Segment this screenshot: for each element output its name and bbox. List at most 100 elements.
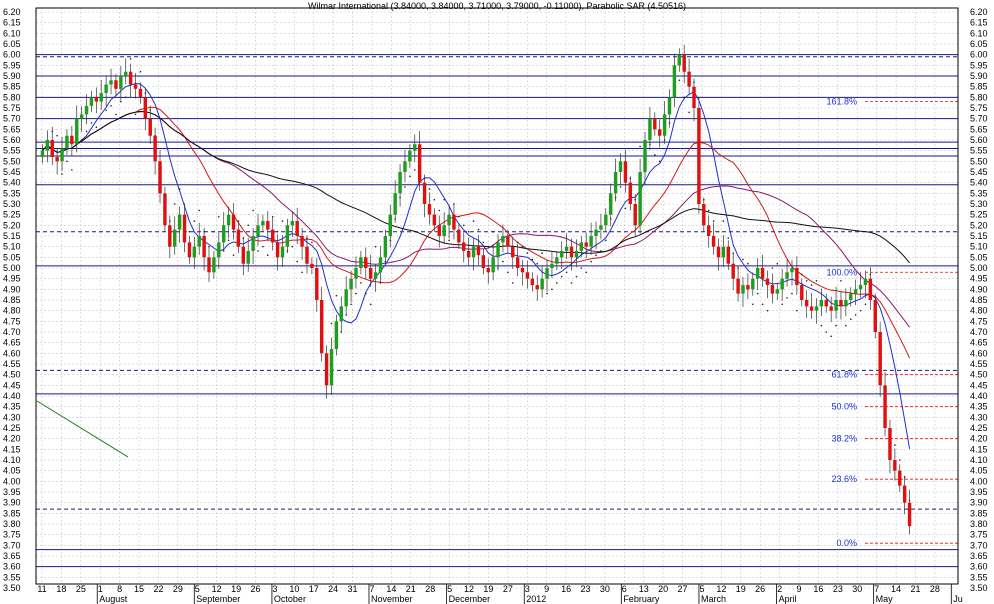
candle-body [231,214,236,230]
candle-body [564,246,569,251]
y-tick-label-left: 4.50 [3,370,21,380]
sar-dot [458,216,460,218]
y-axis-left: 6.206.156.106.056.005.955.905.855.805.75… [3,7,21,593]
candle-body [427,204,432,215]
candle-body [45,140,50,151]
sar-dot [761,303,764,306]
x-day-label: 7 [369,584,374,594]
y-tick-label-right: 3.50 [970,583,988,593]
sar-dot [600,250,602,252]
candle-body [79,114,84,119]
x-day-label: 6 [622,584,627,594]
sar-dot [105,109,107,111]
x-day-label: 7 [874,584,879,594]
sar-dot [556,282,558,284]
sar-dot [820,324,823,327]
x-day-label: 21 [910,584,920,594]
candle-body [65,135,69,149]
y-tick-label-right: 6.05 [970,39,988,49]
sar-dot [472,220,475,222]
sar-dot [134,113,137,116]
y-tick-label-left: 5.90 [3,71,21,81]
candle-body [770,285,775,294]
x-month-label: August [99,594,128,604]
sar-dot [845,324,847,327]
y-tick-label-right: 5.25 [970,210,988,220]
y-tick-label-left: 5.75 [3,103,21,113]
y-tick-label-left: 4.30 [3,412,21,422]
sar-dot [516,241,519,244]
sar-dot [727,237,730,239]
candle-body [364,257,368,268]
candle-body [221,225,226,243]
y-tick-label-right: 4.20 [970,434,988,444]
candle-body [834,300,838,311]
candle-body [609,193,613,215]
sar-dot [551,288,553,291]
y-tick-label-left: 4.10 [3,455,21,465]
y-tick-label-right: 4.35 [970,402,988,412]
y-tick-label-right: 4.80 [970,306,988,316]
y-tick-label-right: 3.55 [970,572,988,582]
y-tick-label-left: 4.60 [3,348,21,358]
candle-body [579,242,584,251]
candle-body [408,150,412,162]
candle-body [628,182,633,204]
sar-dot [71,169,73,171]
sar-dot [722,220,725,222]
y-tick-label-left: 5.40 [3,178,21,188]
x-day-label: 2 [777,584,782,594]
candle-body [241,246,246,264]
candle-body [177,214,182,230]
candle-body [594,229,598,236]
sar-dot [654,154,656,156]
sar-dot [526,252,529,254]
sar-dot [428,188,431,190]
sar-dot [355,292,357,295]
candle-body [775,289,779,294]
candle-body [324,353,329,386]
x-day-label: 30 [852,584,862,594]
sar-dot [815,280,818,282]
candle-body [236,229,241,247]
sar-dot [854,314,857,316]
sar-dot [482,241,485,244]
x-day-label: 31 [348,584,358,594]
x-day-label: 5 [699,584,704,594]
y-tick-label-right: 5.60 [970,135,988,145]
candle-body [60,148,64,162]
candle-body [829,306,833,311]
y-tick-label-right: 5.65 [970,124,988,134]
sar-dot [894,444,896,446]
sar-dot [766,309,769,312]
x-month-label: September [196,594,240,604]
x-day-label: 9 [544,584,549,594]
x-day-label: 14 [891,584,901,594]
candle-body [907,502,912,527]
sar-dot [477,228,480,231]
y-tick-label-left: 3.50 [3,583,21,593]
candle-body [383,236,388,258]
fib-level-label: 0.0% [836,538,857,548]
sar-dot [85,130,88,133]
x-day-label: 17 [309,584,319,594]
y-tick-label-left: 3.60 [3,562,21,572]
candle-body [692,86,696,108]
sar-dot [712,220,715,222]
sar-dot [502,260,504,263]
sar-dot [791,292,793,295]
candle-body [462,242,466,251]
candle-body [290,221,295,226]
fib-level-label: 38.2% [831,434,857,444]
y-tick-label-right: 4.25 [970,423,988,433]
y-tick-label-left: 5.80 [3,92,21,102]
y-tick-label-right: 3.90 [970,498,988,508]
x-day-label: 10 [289,584,299,594]
sar-dot [707,209,710,212]
candle-body [638,172,642,226]
sar-dot [296,260,298,263]
candle-body [373,272,378,279]
sar-dot [232,254,235,256]
candle-body [755,268,760,279]
candle-body [863,278,868,286]
